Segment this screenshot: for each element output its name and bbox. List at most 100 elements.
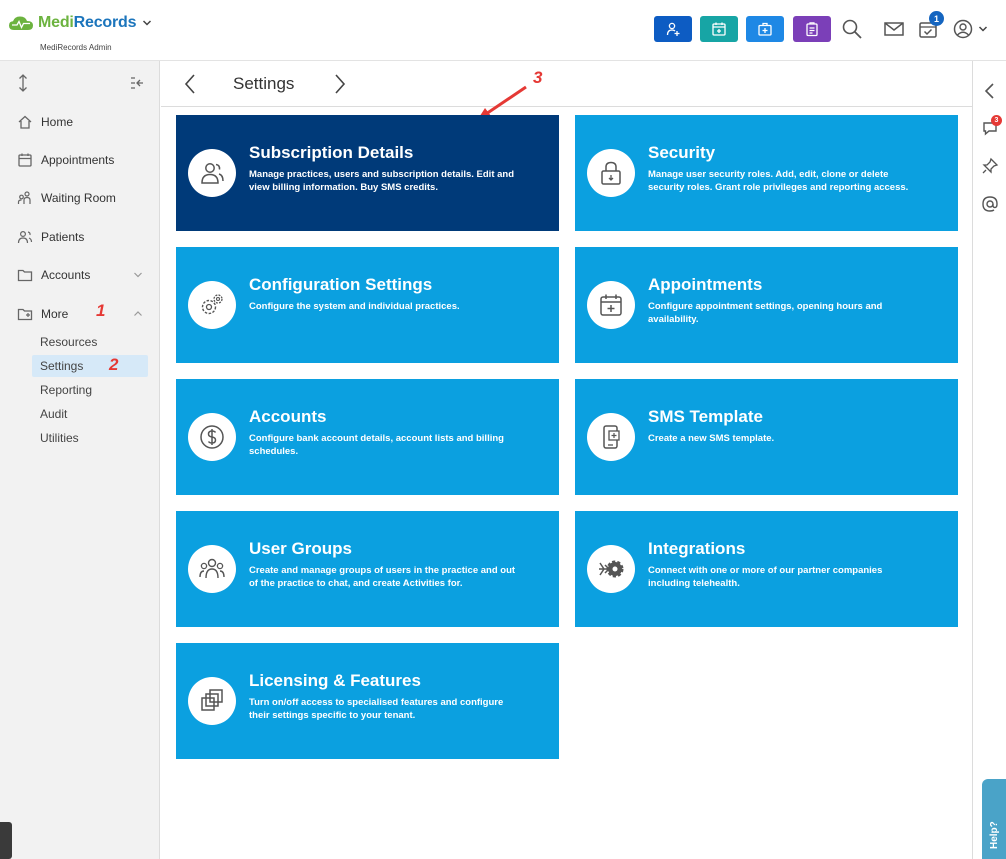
card-description: Manage user security roles. Add, edit, c… (648, 169, 909, 193)
mention-icon[interactable] (981, 195, 999, 213)
mail-icon (884, 22, 904, 36)
sidebar-toolbar (19, 74, 143, 92)
card-description: Configure appointment settings, opening … (648, 301, 883, 325)
card-title: User Groups (249, 539, 352, 558)
chevron-down-icon (134, 272, 142, 278)
card-title: Appointments (648, 275, 763, 294)
page-title: Settings (233, 74, 295, 93)
card-icon-circle (587, 545, 635, 593)
card-icon-circle (587, 413, 635, 461)
notification-badge: 1 (929, 11, 944, 26)
card-icon-circle (587, 149, 635, 197)
card-description: Configure the system and individual prac… (249, 301, 460, 312)
clipboard-icon (806, 22, 818, 37)
group-icon (199, 558, 225, 579)
sidebar-subitem-utilities[interactable]: Utilities (32, 427, 148, 449)
card-title: Subscription Details (249, 143, 414, 162)
search-button[interactable] (840, 17, 864, 41)
card-title: Accounts (249, 407, 327, 426)
top-bar: MediRecords MediRecords Admin 1 (0, 0, 1006, 61)
card-description: Configure bank account details, account … (249, 433, 504, 457)
add-clinical-button[interactable] (746, 16, 784, 42)
right-rail: 3 (972, 61, 1006, 859)
brand-switcher[interactable]: MediRecords (8, 14, 152, 32)
chevron-up-icon (134, 311, 142, 316)
settings-card-user-groups[interactable]: User Groups Create and manage groups of … (176, 511, 559, 627)
back-arrow-icon[interactable] (181, 73, 201, 95)
annotation-step-3: 3 (533, 68, 543, 87)
settings-card-integrations[interactable]: Integrations Connect with one or more of… (575, 511, 958, 627)
search-icon (842, 19, 862, 39)
bottom-drawer-tab[interactable] (0, 822, 12, 859)
card-description: Create and manage groups of users in the… (249, 565, 516, 589)
more-icon (17, 308, 33, 321)
settings-card-configuration-settings[interactable]: Configuration Settings Configure the sys… (176, 247, 559, 363)
card-title: Security (648, 143, 716, 162)
chevron-down-icon (143, 20, 152, 26)
card-description: Connect with one or more of our partner … (648, 565, 883, 589)
settings-card-accounts[interactable]: Accounts Configure bank account details,… (176, 379, 559, 495)
annotation-step-1: 1 (96, 301, 106, 320)
brand-name: MediRecords (38, 14, 137, 31)
brand-logo-icon (9, 16, 33, 30)
card-icon-circle (587, 281, 635, 329)
sidebar-subitem-audit[interactable]: Audit (32, 403, 148, 425)
chevron-left-icon[interactable] (981, 82, 999, 100)
gears-icon (201, 294, 223, 315)
settings-card-licensing-features[interactable]: Licensing & Features Turn on/off access … (176, 643, 559, 759)
user-menu-button[interactable] (950, 17, 990, 41)
card-icon-circle (188, 413, 236, 461)
users-icon (201, 163, 224, 184)
sidebar-subitem-reporting[interactable]: Reporting (32, 379, 148, 401)
card-description: Create a new SMS template. (648, 433, 775, 444)
add-patient-button[interactable] (654, 16, 692, 42)
chevron-down-icon (978, 26, 988, 32)
settings-card-appointments[interactable]: Appointments Configure appointment setti… (575, 247, 958, 363)
help-tab[interactable]: Help? (982, 779, 1006, 859)
card-title: Integrations (648, 539, 746, 558)
sidebar-item-more[interactable]: More (0, 300, 160, 328)
sidebar-subitem-settings[interactable]: Settings (32, 355, 148, 377)
card-description: Manage practices, users and subscription… (249, 169, 515, 193)
integration-icon (599, 560, 624, 578)
card-icon-circle (188, 677, 236, 725)
collapse-sidebar-icon (131, 77, 143, 89)
settings-card-security[interactable]: Security Manage user security roles. Add… (575, 115, 958, 231)
card-icon-circle (188, 149, 236, 197)
waiting-room-icon (17, 191, 31, 204)
forward-arrow-icon[interactable] (329, 73, 349, 95)
calendar-icon (18, 153, 32, 167)
user-avatar-icon (953, 19, 973, 39)
card-title: Licensing & Features (249, 671, 421, 690)
sidebar-item-appointments[interactable]: Appointments (0, 146, 160, 174)
sidebar-item-accounts[interactable]: Accounts (0, 261, 160, 289)
brand-subtitle: MediRecords Admin (40, 43, 112, 52)
settings-card-sms-template[interactable]: SMS Template Create a new SMS template. (575, 379, 958, 495)
licensing-icon (201, 689, 223, 711)
add-task-button[interactable] (793, 16, 831, 42)
resize-icon (19, 74, 27, 92)
lock-icon (601, 161, 621, 185)
sidebar-item-patients[interactable]: Patients (0, 223, 160, 251)
add-appointment-button[interactable] (700, 16, 738, 42)
add-user-icon (666, 22, 680, 36)
page-header: Settings (161, 61, 972, 107)
sidebar-item-waiting-room[interactable]: Waiting Room (0, 184, 160, 212)
dollar-icon (200, 425, 224, 449)
sidebar-item-home[interactable]: Home (0, 108, 160, 136)
card-icon-circle (188, 545, 236, 593)
settings-card-subscription-details[interactable]: Subscription Details Manage practices, u… (176, 115, 559, 231)
card-title: Configuration Settings (249, 275, 433, 294)
annotation-step-2: 2 (109, 355, 119, 374)
card-description: Turn on/off access to specialised featur… (249, 697, 504, 721)
pin-icon[interactable] (981, 157, 999, 175)
card-icon-circle (188, 281, 236, 329)
chat-badge: 3 (991, 115, 1002, 126)
home-icon (18, 115, 32, 129)
messages-button[interactable] (882, 17, 906, 41)
medical-kit-icon (758, 22, 772, 36)
sidebar-subitem-resources[interactable]: Resources (32, 331, 148, 353)
folder-icon (17, 269, 33, 282)
sidebar: Home Appointments Waiting Room Patients … (0, 61, 160, 859)
sms-icon (603, 425, 620, 449)
